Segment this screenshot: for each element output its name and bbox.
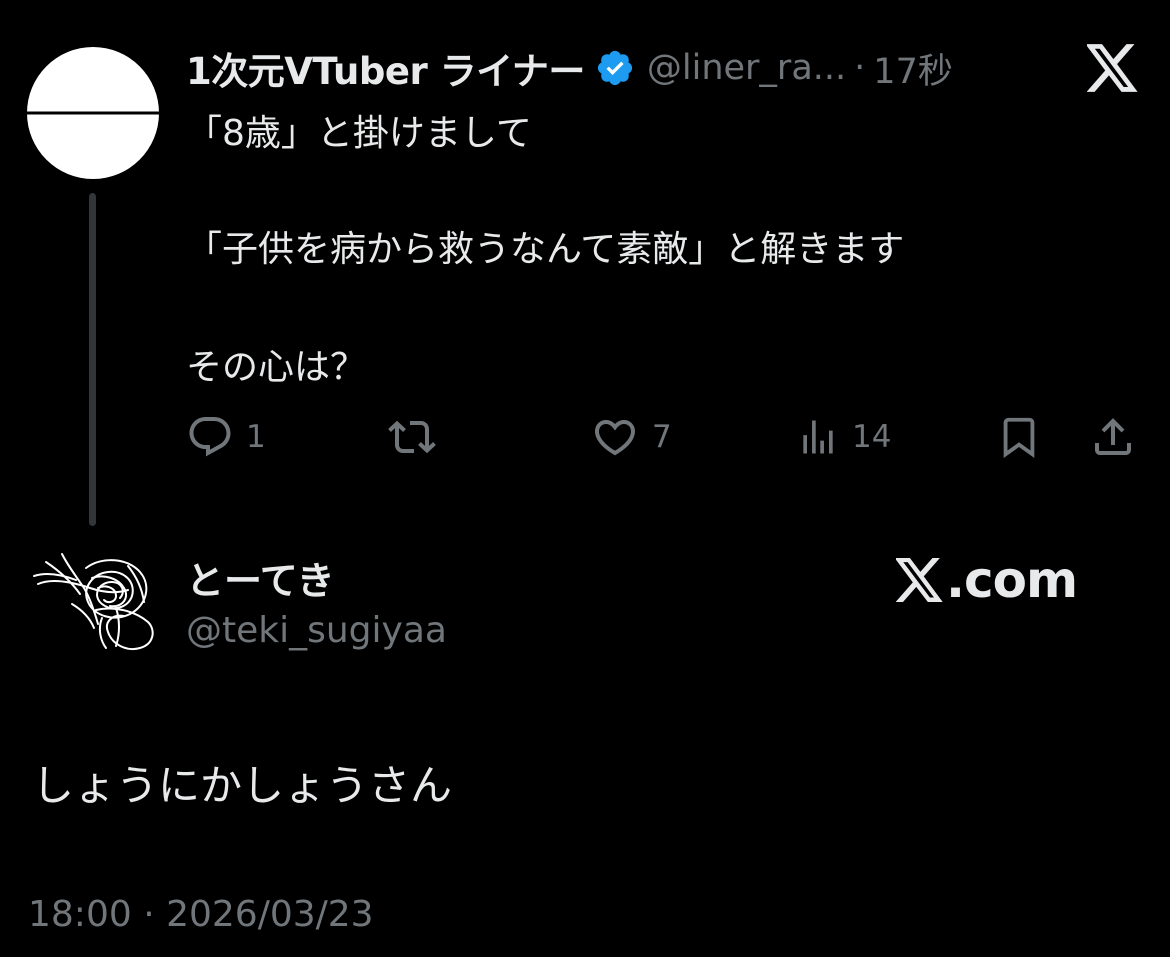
reply-avatar[interactable] bbox=[32, 548, 160, 652]
parent-tweet-text-line: 「8歳」と掛けまして bbox=[186, 113, 532, 154]
bookmark-icon bbox=[1003, 417, 1035, 458]
xcom-domain-text: .com bbox=[946, 551, 1078, 609]
views-icon bbox=[803, 420, 833, 454]
reply-handle[interactable]: @teki_sugiyaa bbox=[186, 610, 447, 651]
reply-tweet-text: しょうにかしょうさん bbox=[32, 761, 453, 810]
parent-tweet-text-line: その心は？ bbox=[186, 347, 367, 388]
retweet-icon bbox=[388, 420, 436, 454]
reply-button[interactable]: 1 bbox=[186, 412, 266, 462]
reply-icon bbox=[189, 417, 231, 457]
bookmark-button[interactable] bbox=[996, 412, 1042, 462]
parent-avatar[interactable] bbox=[27, 47, 159, 179]
share-button[interactable] bbox=[1088, 412, 1138, 462]
share-icon bbox=[1095, 418, 1131, 455]
reply-timestamp[interactable]: 18:00 · 2026/03/23 bbox=[28, 894, 374, 935]
views-count: 14 bbox=[852, 419, 892, 455]
retweet-button[interactable] bbox=[386, 412, 450, 462]
heart-icon bbox=[594, 420, 636, 456]
parent-tweet-text-line: 「子供を病から救うなんて素敵」と解きます bbox=[186, 229, 905, 270]
xcom-branding: .com bbox=[896, 551, 1078, 609]
like-button[interactable]: 7 bbox=[590, 412, 672, 462]
reply-display-name[interactable]: とーてき bbox=[186, 550, 335, 605]
reply-count: 1 bbox=[246, 419, 266, 455]
meta-separator: · bbox=[854, 48, 866, 88]
thread-connector-line bbox=[89, 193, 96, 526]
x-logo-icon[interactable] bbox=[1085, 44, 1139, 92]
parent-display-name[interactable]: 1次元VTuber ライナー bbox=[186, 41, 585, 95]
scribble-avatar-image bbox=[33, 553, 154, 650]
like-count: 7 bbox=[652, 419, 672, 455]
parent-tweet-header: 1次元VTuber ライナー @liner_ra... · 17秒 bbox=[186, 40, 953, 96]
avatar-image bbox=[27, 47, 159, 179]
parent-time-ago[interactable]: 17秒 bbox=[873, 43, 953, 94]
parent-handle[interactable]: @liner_ra... bbox=[647, 48, 846, 88]
views-button[interactable]: 14 bbox=[796, 412, 891, 462]
verified-badge-icon bbox=[585, 48, 647, 88]
x-logo-icon bbox=[896, 558, 944, 602]
